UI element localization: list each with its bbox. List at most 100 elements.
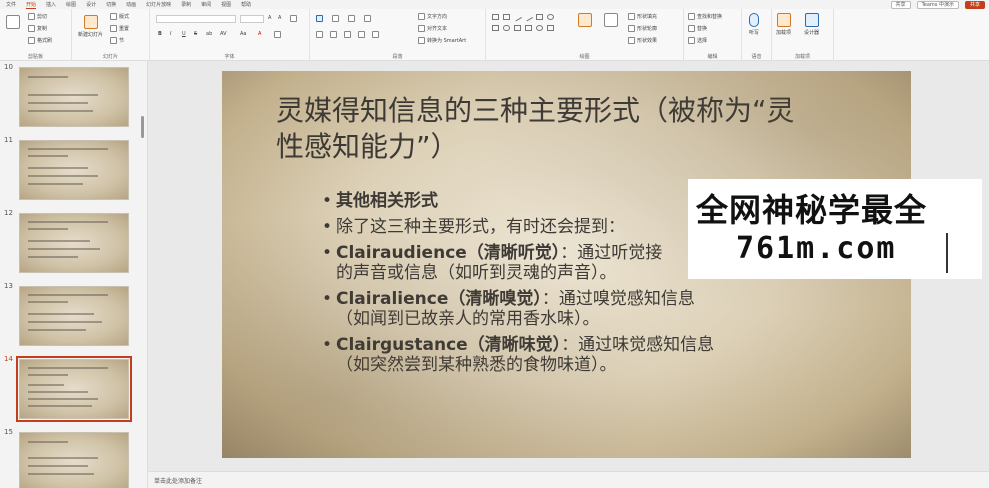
oval-shape-icon[interactable] [547,14,554,20]
notes-pane[interactable]: 单击此处添加备注 [148,471,989,488]
square-shape-icon[interactable] [536,14,543,20]
shadow-button[interactable]: ab [206,31,212,37]
dictate-button[interactable]: 听写 [749,13,759,36]
rectangle-shape-icon[interactable] [492,14,499,20]
share-button[interactable]: 共享 [964,0,985,9]
teams-present-button[interactable]: Teams 中演示 [916,0,959,9]
font-color-button[interactable]: A [258,31,261,37]
indent-icon [348,15,355,22]
format-painter-button[interactable]: 格式刷 [28,37,52,44]
reset-button[interactable]: 重置 [110,25,129,32]
bold-button[interactable]: B [158,31,162,37]
thumbnail-row[interactable]: 13 [0,280,140,346]
menu-bar: 文件 开始 插入 绘图 设计 切换 动画 幻灯片放映 录制 审阅 视图 帮助 共… [0,0,989,9]
scrollbar-thumb[interactable] [141,116,144,138]
menu-animations[interactable]: 动画 [126,1,136,8]
thumbnail-title-line [28,367,108,369]
addins-button[interactable]: 加载项 [776,13,791,36]
scissors-icon [28,13,35,20]
menu-file[interactable]: 文件 [6,1,16,8]
line-spacing-button[interactable] [364,15,371,22]
slide-title[interactable]: 灵媒得知信息的三种主要形式（被称为“灵 性感知能力”） [276,93,876,165]
align-right-button[interactable] [344,31,351,38]
shape-effect-button[interactable]: 形状效果 [628,37,657,44]
copy-button[interactable]: 复制 [28,25,47,32]
arrow-shape-icon[interactable] [523,12,534,22]
textbox-shape-icon[interactable] [503,14,510,20]
font-name-box[interactable] [156,15,236,23]
bracket-shape-icon[interactable] [514,25,521,31]
slide-thumbnail[interactable] [19,213,129,273]
thumbnail-scrollbar[interactable] [140,61,146,488]
rounded-rect-shape-icon[interactable] [503,25,510,31]
cut-button[interactable]: 剪切 [28,13,47,20]
reset-icon [110,25,117,32]
indent-button[interactable] [348,15,355,22]
line-shape-icon[interactable] [512,12,523,22]
thumbnail-row[interactable]: 10 [0,61,140,127]
menu-home[interactable]: 开始 [26,1,37,9]
triangle-shape-icon[interactable] [492,25,499,31]
menu-transitions[interactable]: 切换 [106,1,116,8]
menu-design[interactable]: 设计 [86,1,96,8]
paste-button[interactable] [6,15,20,29]
block-arrow-shape-icon[interactable] [525,25,532,31]
bullets-button[interactable] [316,15,323,22]
thumbnail-row[interactable]: 12 [0,207,140,273]
justify-button[interactable] [358,31,365,38]
align-text-button[interactable]: 对齐文本 [418,25,447,32]
text-direction-button[interactable]: 文字方向 [418,13,447,20]
replace-button[interactable]: 替换 [688,25,707,32]
menu-record[interactable]: 录制 [181,1,191,8]
spacing-button[interactable]: AV [220,31,227,37]
text-direction-icon [418,13,425,20]
watermark-line2: 761m.com [736,231,897,266]
menu-insert[interactable]: 插入 [46,1,56,8]
slide-thumbnail-selected[interactable] [16,356,132,422]
align-left-button[interactable] [316,31,323,38]
menu-slideshow[interactable]: 幻灯片放映 [146,1,171,8]
shape-fill-button[interactable]: 形状填充 [628,13,657,20]
thumbnail-title-line [28,155,68,157]
strikethrough-button[interactable]: S [194,31,197,37]
share-small-button[interactable]: 共享 [890,0,911,9]
quick-styles-button[interactable] [604,13,618,27]
slide-thumbnail[interactable] [19,140,129,200]
select-button[interactable]: 选择 [688,37,707,44]
menu-help[interactable]: 帮助 [241,1,251,8]
italic-button[interactable]: I [170,31,171,37]
highlight-button[interactable] [274,31,281,38]
layout-button[interactable]: 版式 [110,13,129,20]
new-slide-button[interactable]: 新建幻灯片 [78,15,103,38]
select-icon [688,37,695,44]
smartart-button[interactable]: 转换为 SmartArt [418,37,466,44]
font-size-box[interactable] [240,15,264,23]
thumbnail-row[interactable]: 14 [0,353,140,422]
designer-button[interactable]: 设计器 [804,13,819,36]
grow-font-button[interactable]: A [268,15,271,21]
change-case-button[interactable]: Aa [240,31,246,37]
thumbnail-row[interactable]: 11 [0,134,140,200]
underline-button[interactable]: U [182,31,186,37]
section-button[interactable]: 节 [110,37,124,44]
curve-shape-icon[interactable] [536,25,543,31]
shape-outline-button[interactable]: 形状轮廓 [628,25,657,32]
menu-review[interactable]: 审阅 [201,1,211,8]
shrink-font-button[interactable]: A [278,15,281,21]
thumbnail-text-line [28,457,98,459]
menu-view[interactable]: 视图 [221,1,231,8]
arrange-button[interactable] [578,13,592,27]
numbering-button[interactable] [332,15,339,22]
star-shape-icon[interactable] [547,25,554,31]
slide-thumbnail[interactable] [19,286,129,346]
clear-format-button[interactable] [290,15,297,22]
find-button[interactable]: 查找和替换 [688,13,722,20]
thumbnail-row[interactable]: 15 [0,426,140,488]
clear-format-icon [290,15,297,22]
effect-icon [628,37,635,44]
menu-draw[interactable]: 绘图 [66,1,76,8]
slide-thumbnail[interactable] [19,67,129,127]
align-center-button[interactable] [330,31,337,38]
slide-thumbnail[interactable] [19,432,129,488]
columns-button[interactable] [372,31,379,38]
